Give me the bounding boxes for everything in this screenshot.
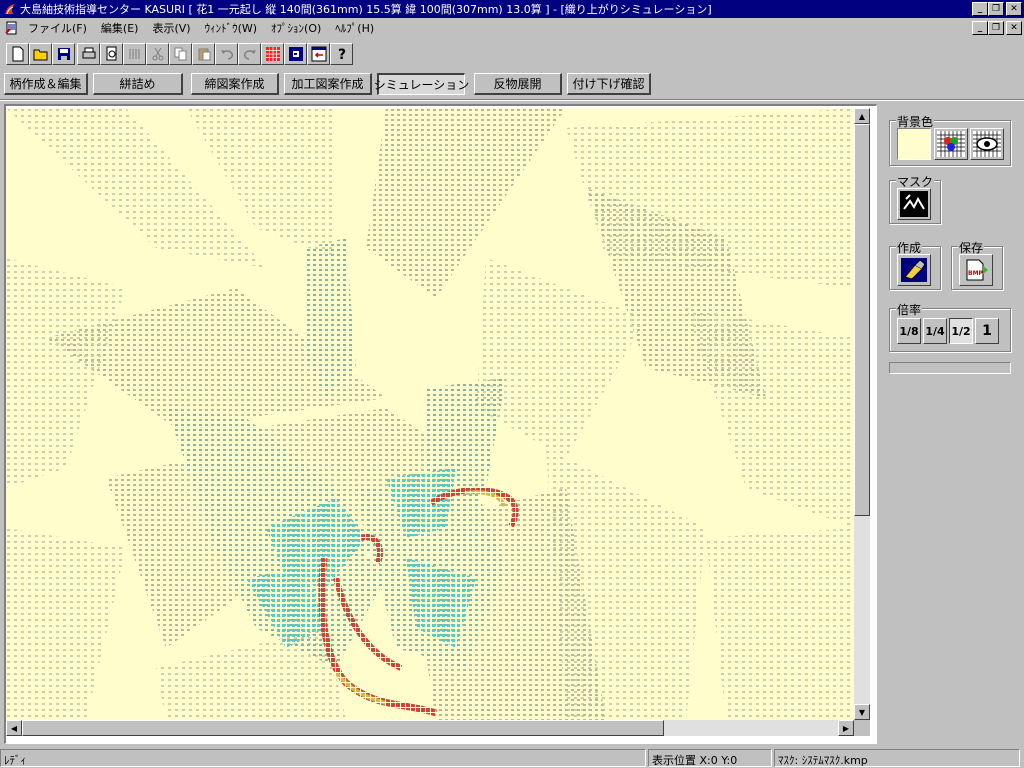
undo-icon[interactable]	[215, 43, 238, 65]
eye-preview-icon[interactable]	[970, 128, 1004, 160]
status-position: 表示位置 X:0 Y:0	[648, 749, 772, 767]
tab-fabric-expand[interactable]: 反物展開	[474, 73, 562, 95]
status-bar: ﾚﾃﾞｨ 表示位置 X:0 Y:0 ﾏｽｸ: ｼｽﾃﾑﾏｽｸ.kmp	[0, 749, 1024, 768]
new-file-icon[interactable]	[6, 43, 29, 65]
import-icon[interactable]	[307, 43, 330, 65]
vertical-scrollbar[interactable]: ▲ ▼	[854, 108, 870, 720]
close-button[interactable]: ✕	[1006, 2, 1022, 16]
app-logo-icon[interactable]	[2, 1, 18, 17]
progress-bar	[889, 362, 1011, 374]
redo-icon[interactable]	[238, 43, 261, 65]
save-bmp-icon[interactable]: BMP	[959, 254, 993, 286]
paste-icon[interactable]	[192, 43, 215, 65]
menu-file[interactable]: ファイル(F)	[21, 20, 94, 36]
grid-icon[interactable]	[261, 43, 284, 65]
zoom-one-quarter-label: 1/4	[925, 324, 945, 338]
child-close-button[interactable]: ✕	[1006, 21, 1022, 35]
mode-tabs: 柄作成＆編集 絣詰め 締図案作成 加工図案作成 シミュレーション 反物展開 付け…	[0, 70, 674, 98]
columns-icon[interactable]	[123, 43, 146, 65]
horizontal-scrollbar[interactable]: ◀ ▶	[6, 720, 854, 736]
svg-text:?: ?	[338, 47, 346, 62]
zoom-one-half-label: 1/2	[951, 324, 971, 338]
toolbar: ?	[0, 40, 360, 68]
simulation-canvas[interactable]	[6, 108, 854, 720]
toolbar-divider	[0, 99, 1024, 101]
zoom-one-eighth-label: 1/8	[899, 324, 919, 338]
scroll-down-arrow-icon[interactable]: ▼	[854, 704, 870, 720]
tab-binding-design[interactable]: 締図案作成	[191, 73, 279, 95]
zoom-one-eighth-button[interactable]: 1/8	[897, 318, 921, 344]
copy-icon[interactable]	[169, 43, 192, 65]
scroll-right-arrow-icon[interactable]: ▶	[838, 720, 854, 736]
scroll-up-arrow-icon[interactable]: ▲	[854, 108, 870, 124]
bg-color-swatch[interactable]	[897, 128, 931, 160]
zoom-full-button[interactable]: 1	[975, 318, 999, 344]
title-bar: 大島紬技術指導センター KASURI [ 花1 一元起し 縦 140間(361m…	[0, 0, 1024, 18]
zoom-label: 倍率	[896, 301, 923, 318]
cut-icon[interactable]	[146, 43, 169, 65]
tab-pattern-edit[interactable]: 柄作成＆編集	[4, 73, 88, 95]
tab-tsukesage-check[interactable]: 付け下げ確認	[567, 73, 651, 95]
print-icon[interactable]	[77, 43, 100, 65]
menu-options[interactable]: ｵﾌﾟｼｮﾝ(O)	[264, 20, 328, 36]
create-brush-icon[interactable]	[897, 254, 931, 286]
scroll-left-arrow-icon[interactable]: ◀	[6, 720, 22, 736]
open-folder-icon[interactable]	[29, 43, 52, 65]
menu-view[interactable]: 表示(V)	[145, 20, 197, 36]
zoom-full-label: 1	[982, 323, 992, 339]
status-ready: ﾚﾃﾞｨ	[0, 749, 646, 767]
restore-button[interactable]: ❐	[988, 2, 1004, 16]
tab-kasuri-pack[interactable]: 絣詰め	[93, 73, 183, 95]
tab-simulation[interactable]: シミュレーション	[374, 73, 469, 95]
vertical-scroll-thumb[interactable]	[854, 124, 870, 516]
zoom-one-half-button[interactable]: 1/2	[949, 318, 973, 344]
color-palette-icon[interactable]	[934, 128, 968, 160]
menu-bar: ファイル(F) 編集(E) 表示(V) ｳｨﾝﾄﾞｳ(W) ｵﾌﾟｼｮﾝ(O) …	[0, 18, 1024, 38]
zoom-one-quarter-button[interactable]: 1/4	[923, 318, 947, 344]
status-mask: ﾏｽｸ: ｼｽﾃﾑﾏｽｸ.kmp	[774, 749, 1020, 767]
minimize-button[interactable]: _	[972, 2, 988, 16]
menu-help[interactable]: ﾍﾙﾌﾟ(H)	[328, 20, 381, 36]
help-icon[interactable]: ?	[330, 43, 353, 65]
document-icon[interactable]	[3, 20, 21, 36]
fill-icon[interactable]	[284, 43, 307, 65]
menu-edit[interactable]: 編集(E)	[94, 20, 146, 36]
horizontal-scroll-thumb[interactable]	[22, 720, 664, 736]
woven-pattern-image	[6, 108, 854, 720]
child-restore-button[interactable]: ❐	[988, 21, 1004, 35]
mask-tool-icon[interactable]	[897, 188, 931, 220]
tab-processing-design[interactable]: 加工図案作成	[284, 73, 372, 95]
window-title: 大島紬技術指導センター KASURI [ 花1 一元起し 縦 140間(361m…	[20, 3, 712, 16]
print-preview-icon[interactable]	[100, 43, 123, 65]
tool-panel: 背景色 マスク 作成 保存 BMP 倍率 1/8 1/4 1/2 1	[879, 100, 1024, 746]
save-icon[interactable]	[52, 43, 75, 65]
svg-text:BMP: BMP	[968, 270, 984, 277]
child-minimize-button[interactable]: _	[972, 21, 988, 35]
scroll-corner	[854, 720, 870, 736]
menu-window[interactable]: ｳｨﾝﾄﾞｳ(W)	[198, 20, 264, 36]
